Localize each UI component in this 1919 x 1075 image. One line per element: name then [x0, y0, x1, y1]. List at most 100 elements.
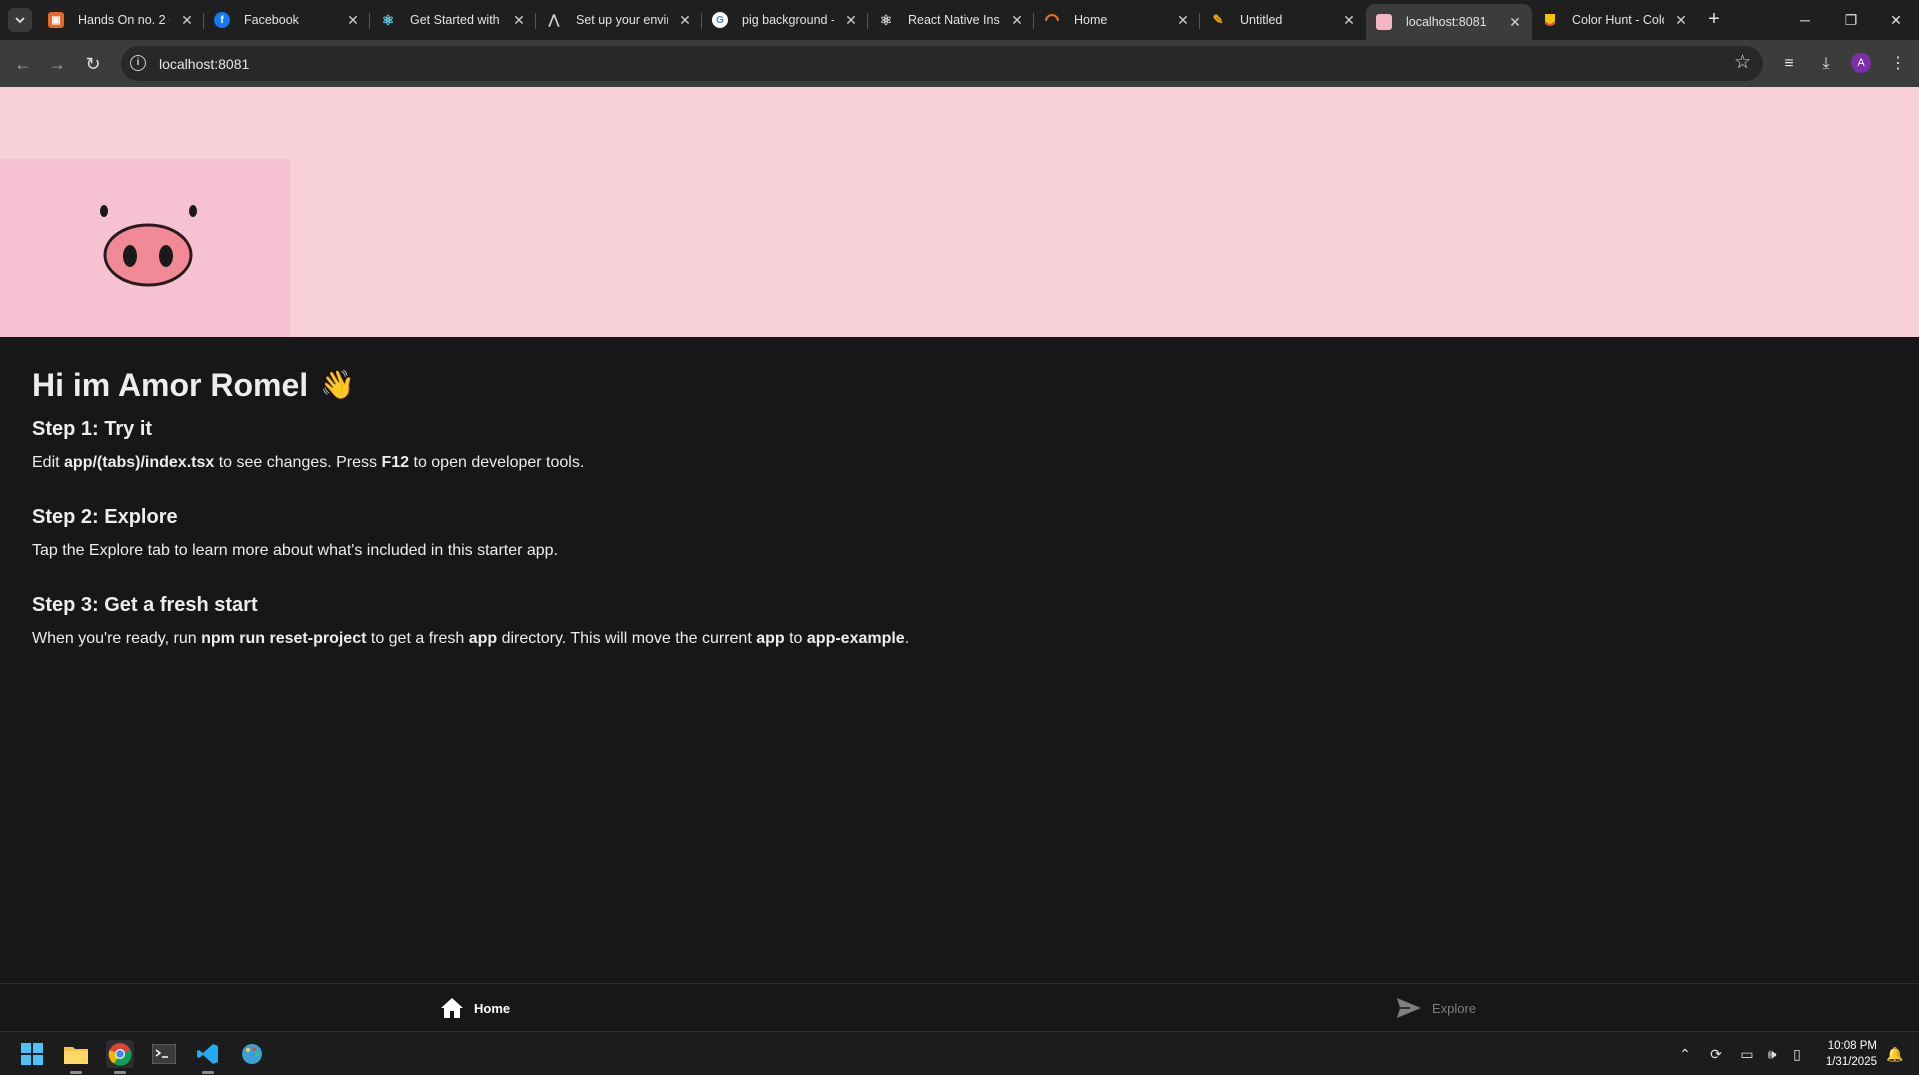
chevron-up-icon[interactable]: ⌃: [1676, 1045, 1694, 1063]
battery-icon[interactable]: ▯: [1788, 1045, 1806, 1063]
notification-bell-icon[interactable]: 🔔: [1886, 1045, 1904, 1063]
close-icon[interactable]: ✕: [678, 13, 692, 27]
tab-home-label: Home: [474, 1000, 511, 1016]
vscode-icon: [197, 1044, 218, 1064]
close-icon: ✕: [1890, 12, 1902, 28]
facebook-icon: f: [214, 12, 230, 28]
windows-taskbar: ⌃ ⟳ ▭ 🕪 ▯ 10:08 PM 1/31/2025 🔔: [0, 1031, 1919, 1075]
step-heading: Step 1: Try it: [32, 418, 153, 440]
close-icon[interactable]: ✕: [1342, 13, 1356, 27]
browser-tab[interactable]: ⋀ Set up your enviro ✕: [536, 4, 702, 36]
browser-tab[interactable]: ⚛ React Native Insta ✕: [868, 4, 1034, 36]
chrome-icon: [108, 1043, 132, 1066]
clock-time: 10:08 PM: [1827, 1040, 1877, 1052]
restore-icon: ❐: [1844, 12, 1858, 28]
step-heading: Step 3: Get a fresh start: [32, 594, 258, 616]
browser-tab-strip: ▣ Hands On no. 2 - G ✕ f Facebook ✕ ⚛ Ge…: [0, 0, 1919, 40]
more-menu-icon[interactable]: ⋮: [1886, 52, 1910, 76]
browser-tab[interactable]: ⚛ Get Started with R ✕: [370, 4, 536, 36]
step-text: Edit app/(tabs)/index.tsx to see changes…: [32, 454, 585, 471]
address-bar[interactable]: i ☆: [121, 46, 1763, 81]
pig-image: [0, 159, 290, 337]
react-native-icon: ⚛: [879, 11, 893, 28]
windows-logo-icon: [21, 1043, 43, 1065]
notebook-icon: ✎: [1212, 12, 1224, 27]
system-clock[interactable]: 10:08 PM 1/31/2025: [1826, 1038, 1877, 1070]
step-heading: Step 2: Explore: [32, 506, 178, 528]
minimize-button[interactable]: ─: [1782, 6, 1828, 34]
home-icon: [441, 998, 463, 1018]
network-icon[interactable]: ▭: [1738, 1045, 1756, 1063]
tab-search-button[interactable]: [8, 8, 32, 32]
browser-tab[interactable]: G pig background - G ✕: [702, 4, 868, 36]
download-icon[interactable]: ⤓: [1814, 52, 1838, 76]
app-page: Hi im Amor Romel 👋 Step 1: Try it Edit a…: [0, 87, 1919, 1032]
minimize-icon: ─: [1800, 12, 1810, 28]
close-icon[interactable]: ✕: [346, 13, 360, 27]
tab-title: localhost:8081: [1406, 15, 1487, 29]
close-icon[interactable]: ✕: [1010, 13, 1024, 27]
header-banner: [0, 87, 1919, 337]
close-icon[interactable]: ✕: [844, 13, 858, 27]
close-icon[interactable]: ✕: [512, 13, 526, 27]
step-1: Step 1: Try it Edit app/(tabs)/index.tsx…: [32, 415, 1832, 475]
new-tab-button[interactable]: +: [1702, 8, 1726, 32]
reload-icon: ↻: [85, 54, 101, 74]
pig-icon: [1376, 14, 1392, 30]
arrow-right-icon: →: [48, 54, 66, 74]
tab-explore[interactable]: Explore: [1396, 997, 1476, 1019]
terminal-button[interactable]: [150, 1040, 178, 1068]
browser-tab[interactable]: Color Hunt - Color ✕: [1532, 4, 1698, 36]
bottom-tab-bar: Home Explore: [0, 983, 1919, 1032]
tab-home[interactable]: Home: [440, 997, 510, 1019]
site-info-icon[interactable]: i: [130, 55, 146, 71]
page-title: Hi im Amor Romel: [32, 367, 309, 403]
close-icon[interactable]: ✕: [1176, 13, 1190, 27]
media-control-icon[interactable]: ≡: [1777, 52, 1801, 76]
google-icon: G: [712, 12, 728, 28]
browser-tab[interactable]: ✎ Untitled ✕: [1200, 4, 1366, 36]
tab-title: pig background - G: [742, 13, 834, 27]
forward-button[interactable]: →: [44, 51, 70, 77]
bookmark-star-icon[interactable]: ☆: [1734, 51, 1751, 74]
close-icon[interactable]: ✕: [1674, 13, 1688, 27]
close-icon[interactable]: ✕: [1508, 15, 1522, 29]
paper-plane-icon: [1397, 998, 1421, 1018]
title-row: Hi im Amor Romel 👋: [32, 365, 1832, 405]
terminal-icon: [152, 1044, 176, 1064]
close-icon[interactable]: ✕: [180, 13, 194, 27]
palette-icon: [242, 1044, 262, 1064]
url-input[interactable]: [157, 52, 1701, 76]
plus-icon: +: [1708, 8, 1720, 30]
tab-title: Get Started with R: [410, 13, 502, 27]
tab-title: Set up your enviro: [576, 13, 668, 27]
back-button[interactable]: ←: [10, 51, 36, 77]
volume-icon[interactable]: 🕪: [1763, 1045, 1781, 1063]
sync-icon[interactable]: ⟳: [1707, 1045, 1725, 1063]
close-window-button[interactable]: ✕: [1873, 6, 1919, 34]
step-3: Step 3: Get a fresh start When you're re…: [32, 591, 1832, 651]
colorhunt-icon: [1542, 12, 1558, 28]
chrome-button[interactable]: [106, 1040, 134, 1074]
waving-hand-icon: 👋: [320, 369, 356, 400]
browser-tab[interactable]: Home ✕: [1034, 4, 1200, 36]
profile-avatar[interactable]: A: [1851, 53, 1871, 73]
reload-button[interactable]: ↻: [80, 51, 106, 77]
arrow-left-icon: ←: [14, 54, 32, 74]
browser-tab-active[interactable]: localhost:8081 ✕: [1366, 4, 1532, 40]
vscode-button[interactable]: [194, 1040, 222, 1074]
folder-icon: [64, 1047, 88, 1064]
paint-button[interactable]: [238, 1040, 266, 1068]
tab-title: Untitled: [1240, 13, 1283, 27]
start-button[interactable]: [18, 1040, 46, 1068]
browser-toolbar: ← → ↻ i ☆ ≡ ⤓ A ⋮: [0, 40, 1919, 87]
browser-tab[interactable]: ▣ Hands On no. 2 - G ✕: [38, 4, 204, 36]
pig-snout-icon: [100, 205, 197, 287]
tab-title: Facebook: [244, 13, 299, 27]
file-explorer-button[interactable]: [62, 1040, 90, 1074]
browser-tab[interactable]: f Facebook ✕: [204, 4, 370, 36]
chevron-down-icon: [15, 17, 25, 24]
tab-title: Hands On no. 2 - G: [78, 13, 170, 27]
slides-icon: ▣: [48, 12, 64, 28]
restore-button[interactable]: ❐: [1828, 6, 1874, 34]
